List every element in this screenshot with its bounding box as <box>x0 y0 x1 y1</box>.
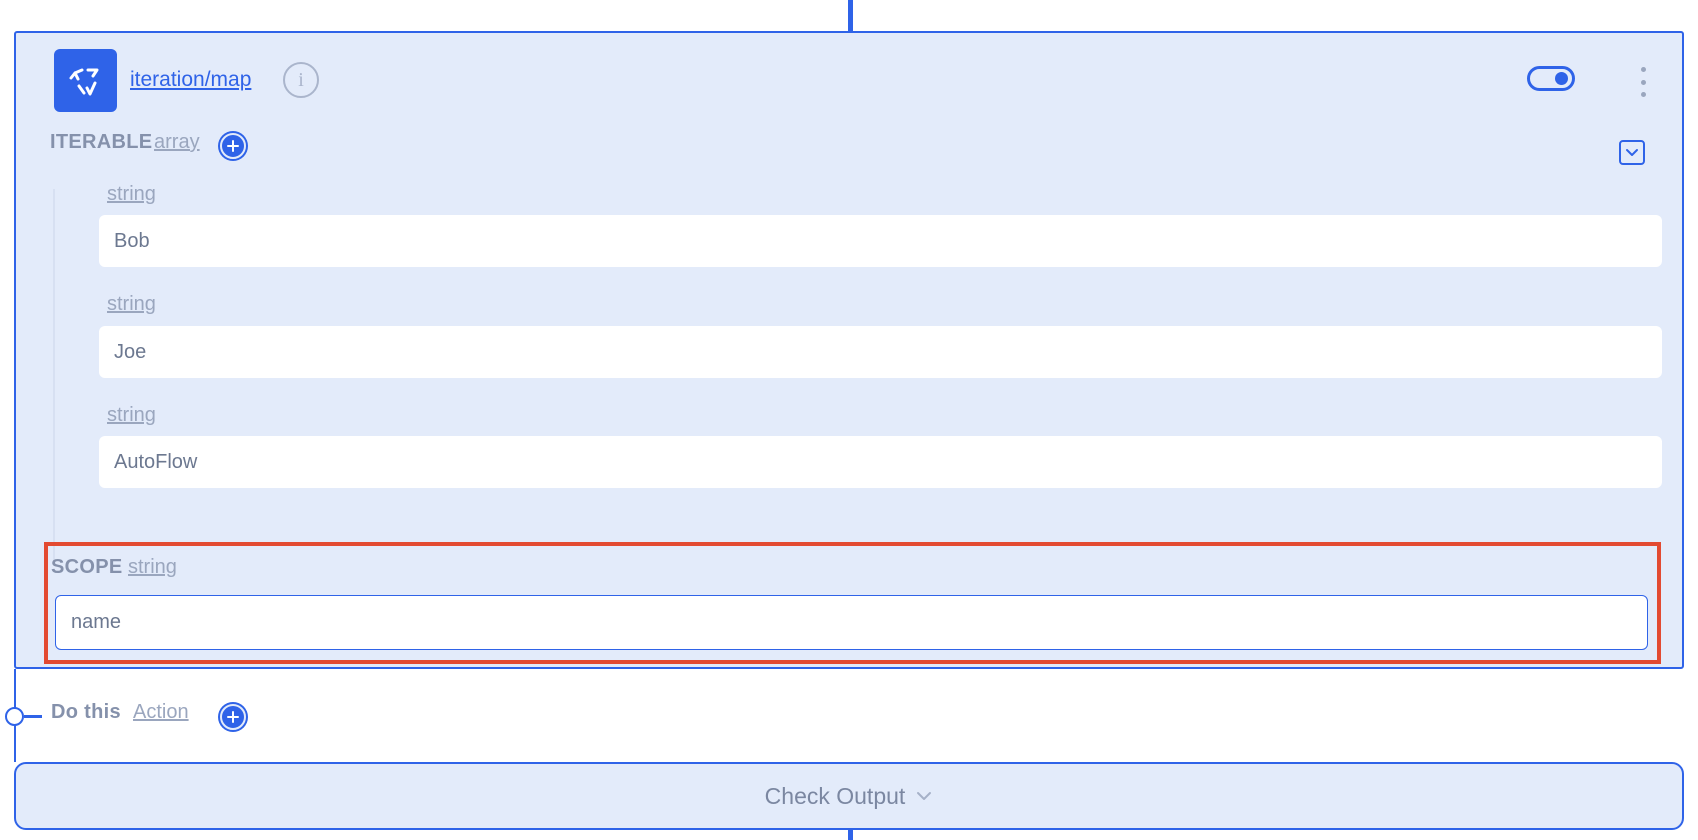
iterable-label: ITERABLE <box>50 131 153 153</box>
check-output-button[interactable]: Check Output <box>14 762 1684 830</box>
flow-connector-top <box>848 0 853 31</box>
toggle-knob <box>1555 72 1568 85</box>
scope-label: SCOPE <box>51 556 123 578</box>
info-icon[interactable]: i <box>283 62 319 98</box>
scope-field-highlight: SCOPE string name <box>44 542 1661 664</box>
node-enable-toggle[interactable] <box>1527 66 1575 91</box>
action-type-link[interactable]: Action <box>133 701 189 724</box>
flow-connector-bottom <box>848 829 853 840</box>
add-iterable-item-button[interactable] <box>220 133 246 159</box>
item-type-link[interactable]: string <box>107 404 156 427</box>
item-type-link[interactable]: string <box>107 293 156 316</box>
more-options-icon[interactable] <box>1637 67 1649 97</box>
iterable-item-input[interactable]: AutoFlow <box>99 436 1662 488</box>
iteration-node-icon <box>54 49 117 112</box>
plus-icon <box>227 140 239 152</box>
check-output-label: Check Output <box>764 782 906 809</box>
branch-stub <box>24 715 42 718</box>
iterable-item-input[interactable]: Joe <box>99 326 1662 378</box>
chevron-down-icon <box>917 792 932 800</box>
scope-input[interactable]: name <box>55 595 1648 650</box>
iterable-item-input[interactable]: Bob <box>99 215 1662 267</box>
do-this-label: Do this <box>51 701 121 723</box>
iterable-type-link[interactable]: array <box>154 131 200 154</box>
chevron-down-icon <box>1626 148 1638 156</box>
collapse-toggle-button[interactable] <box>1619 140 1645 165</box>
iterable-items-list: string Bob string Joe string AutoFlow <box>53 183 1663 560</box>
cycle-arrows-icon <box>69 68 98 95</box>
node-title-link[interactable]: iteration/map <box>130 68 251 92</box>
scope-type-link[interactable]: string <box>128 556 177 579</box>
item-type-link[interactable]: string <box>107 183 156 206</box>
branch-connector-node <box>5 707 24 726</box>
plus-icon <box>227 711 239 723</box>
add-action-button[interactable] <box>220 704 246 730</box>
